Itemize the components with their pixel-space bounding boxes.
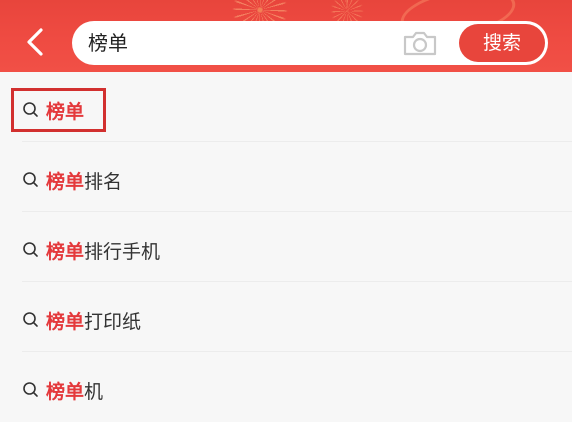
- suggestion-item[interactable]: 榜单打印纸: [0, 282, 572, 352]
- search-input[interactable]: 榜单 搜索: [72, 21, 548, 65]
- suggestion-suffix: 打印纸: [84, 311, 142, 333]
- suggestion-keyword: 榜单: [46, 171, 85, 193]
- search-icon: [23, 312, 38, 327]
- search-query-text: 榜单: [88, 31, 128, 55]
- suggestion-item[interactable]: 榜单排行手机: [0, 212, 572, 282]
- suggestion-keyword: 榜单: [46, 241, 85, 263]
- suggestion-keyword: 榜单: [46, 311, 85, 333]
- back-button[interactable]: [22, 26, 48, 58]
- suggestion-suffix: 排名: [84, 171, 123, 193]
- suggestion-text: 榜单排行手机: [46, 237, 160, 264]
- back-arrow-icon: [27, 28, 43, 56]
- search-icon: [23, 172, 38, 187]
- suggestion-item[interactable]: 榜单机: [0, 352, 572, 422]
- camera-icon[interactable]: [402, 29, 438, 57]
- suggestion-text: 榜单打印纸: [46, 307, 141, 334]
- search-icon: [23, 382, 38, 397]
- search-button[interactable]: 搜索: [459, 24, 545, 62]
- suggestion-text: 榜单排名: [46, 167, 122, 194]
- search-icon: [23, 242, 38, 257]
- highlight-annotation-box: [11, 88, 106, 132]
- search-header: 榜单 搜索: [0, 0, 572, 72]
- suggestion-item[interactable]: 榜单排名: [0, 142, 572, 212]
- suggestion-suffix: 排行手机: [84, 241, 161, 263]
